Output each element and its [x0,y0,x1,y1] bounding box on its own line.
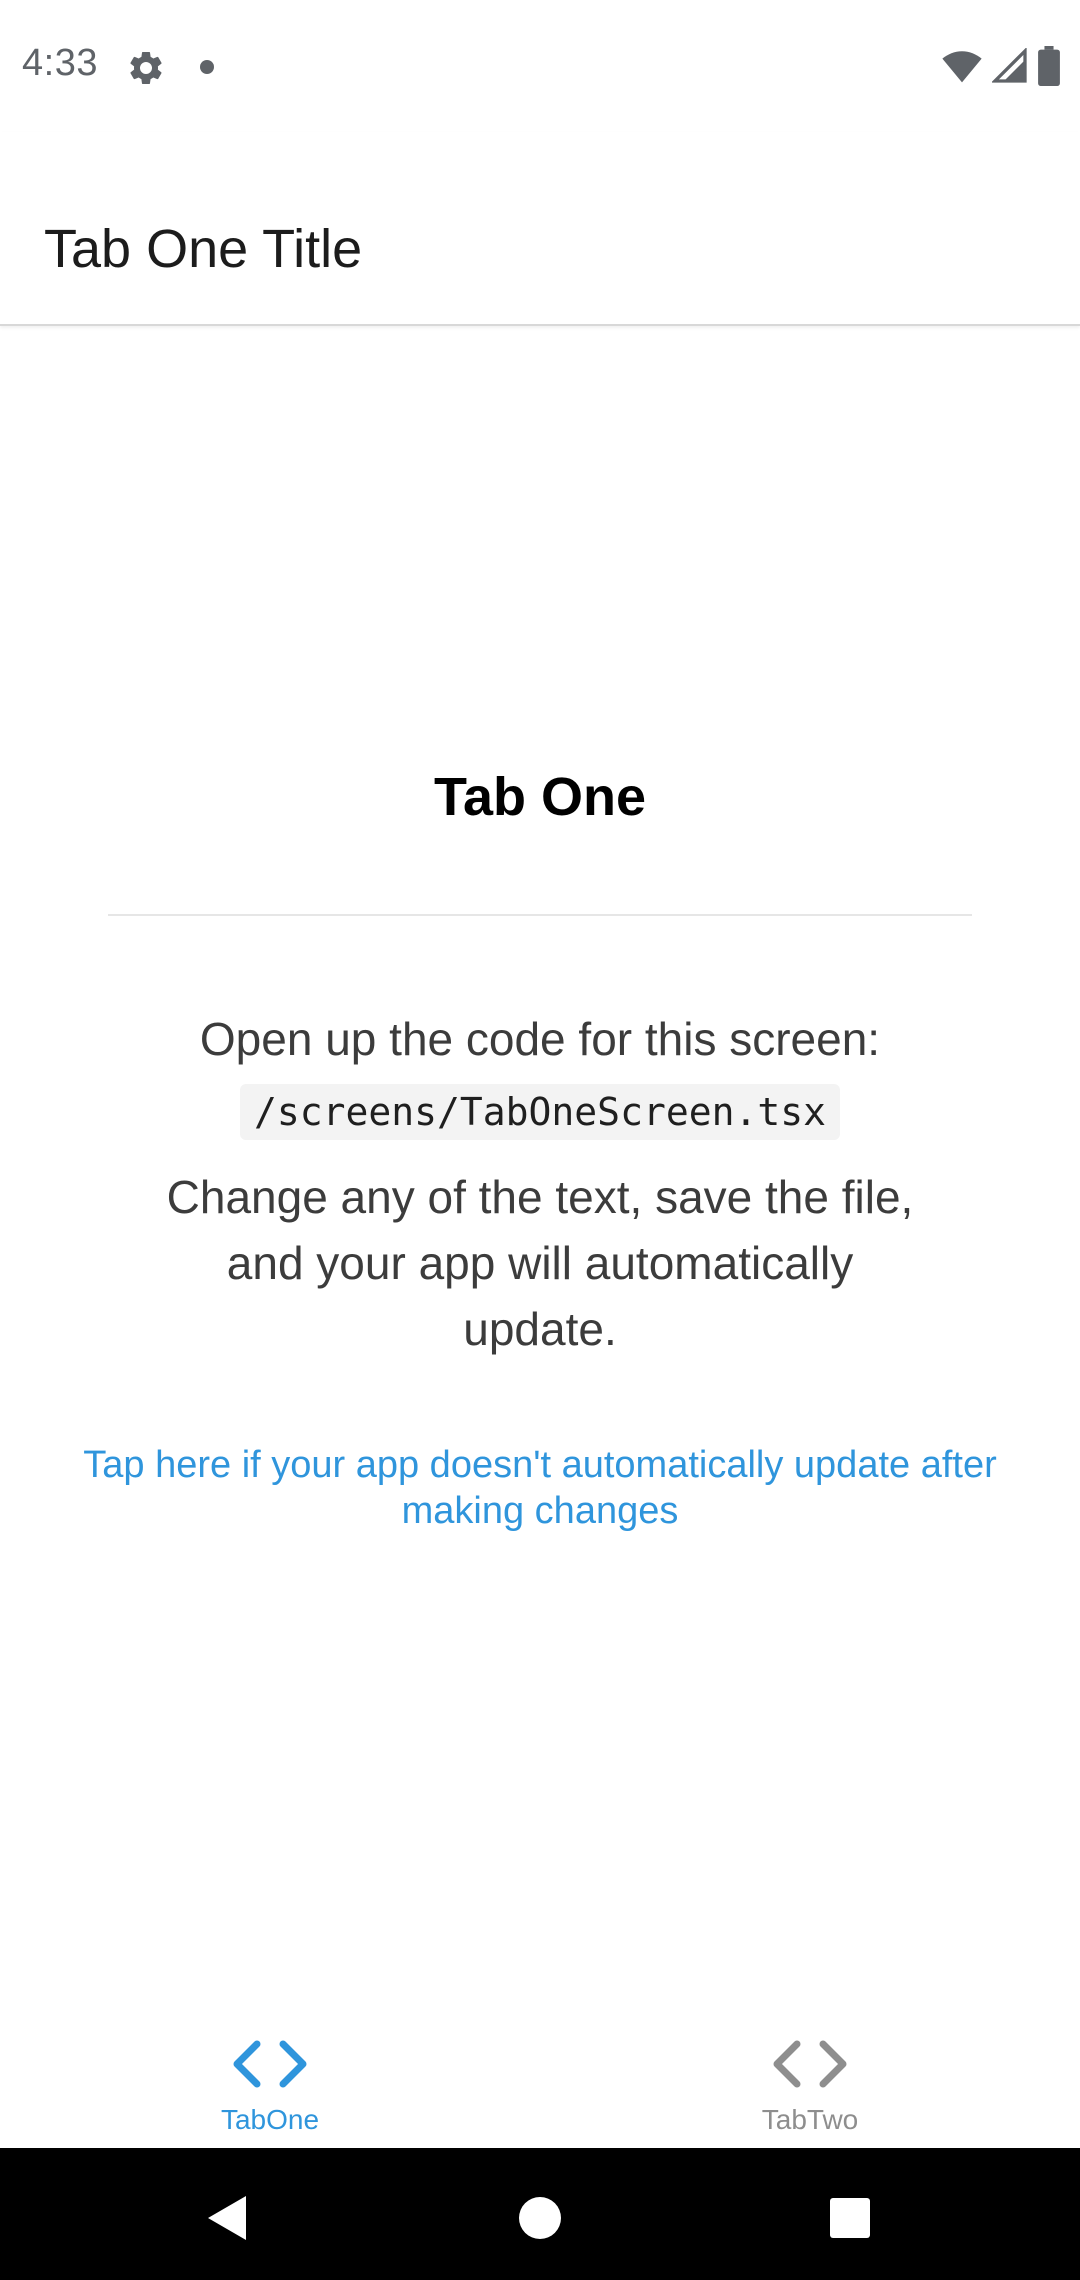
system-nav-bar [0,2148,1080,2280]
main-content: Tab One Open up the code for this screen… [0,326,1080,1976]
change-text: Change any of the text, save the file, a… [166,1171,914,1355]
code-brackets-icon [773,2040,847,2088]
notification-dot-icon [200,60,214,74]
page-title: Tab One [433,767,647,827]
tab-label: TabTwo [761,2104,859,2135]
app-header: Tab One Title [0,132,1080,326]
divider [108,914,972,916]
status-icons [942,46,1060,86]
code-path-container: /screens/TabOneScreen.tsx [0,1084,1080,1140]
status-time: 4:33 [22,42,98,84]
status-bar: 4:33 [0,0,1080,132]
tab-tabone[interactable]: TabOne [0,1976,540,2148]
gear-icon [130,51,162,84]
code-path: /screens/TabOneScreen.tsx [240,1084,840,1140]
app-screen: 4:33 Tab One Title Tab One Open up the c… [0,0,1080,2280]
header-title: Tab One Title [44,219,363,279]
back-icon[interactable] [196,2188,256,2248]
instruction-text: Open up the code for this screen: [199,1013,881,1065]
signal-icon [992,48,1027,83]
wifi-icon [942,51,982,83]
tab-label: TabOne [220,2104,320,2135]
bottom-tab-bar: TabOne TabTwo [0,1976,1080,2148]
recents-icon[interactable] [820,2188,880,2248]
code-brackets-icon [233,2040,307,2088]
tab-tabtwo[interactable]: TabTwo [540,1976,1080,2148]
battery-icon [1038,46,1060,86]
help-link[interactable]: Tap here if your app doesn't automatical… [50,1442,1030,1534]
home-icon[interactable] [510,2188,570,2248]
